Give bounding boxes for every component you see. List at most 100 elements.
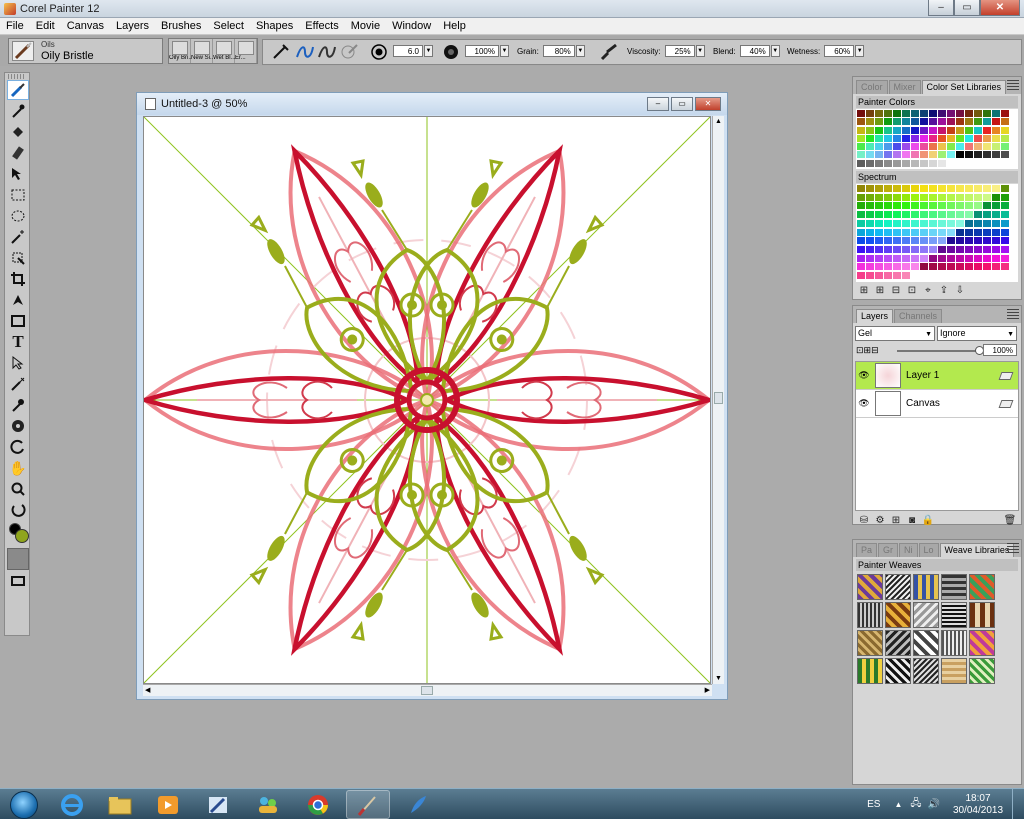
network-status-icon[interactable]: 🖧 bbox=[910, 796, 921, 813]
dynamic-plugins-icon[interactable]: ⚙ bbox=[873, 515, 887, 527]
color-swatch[interactable] bbox=[920, 151, 928, 159]
spectrum-swatch[interactable] bbox=[911, 219, 919, 227]
color-swatch[interactable] bbox=[929, 159, 937, 167]
spectrum-swatch[interactable] bbox=[956, 185, 964, 192]
color-swatch[interactable] bbox=[956, 118, 964, 126]
spectrum-swatch[interactable] bbox=[857, 228, 865, 236]
color-swatch[interactable] bbox=[956, 143, 964, 151]
layer-row-layer1[interactable]: 👁 Layer 1 bbox=[856, 362, 1018, 390]
color-swatch[interactable] bbox=[956, 134, 964, 142]
color-swatch[interactable] bbox=[911, 134, 919, 142]
export-icon[interactable]: ⇩ bbox=[953, 285, 967, 297]
spectrum-swatch[interactable] bbox=[911, 228, 919, 236]
brush-tool-icon[interactable] bbox=[7, 80, 29, 100]
color-swatch[interactable] bbox=[1001, 110, 1009, 117]
painter-launcher-taskbar-button[interactable] bbox=[196, 790, 240, 819]
spectrum-swatch[interactable] bbox=[938, 254, 946, 262]
color-swatch[interactable] bbox=[974, 126, 982, 134]
color-swatch[interactable] bbox=[938, 159, 946, 167]
spectrum-swatch[interactable] bbox=[866, 219, 874, 227]
spectrum-swatch[interactable] bbox=[884, 263, 892, 271]
spectrum-swatch[interactable] bbox=[1001, 185, 1009, 192]
spectrum-swatch[interactable] bbox=[1001, 211, 1009, 219]
spectrum-swatch[interactable] bbox=[875, 193, 883, 201]
spectrum-swatch[interactable] bbox=[965, 202, 973, 210]
spectrum-swatch[interactable] bbox=[884, 185, 892, 192]
brush-ghost-icon[interactable] bbox=[339, 43, 359, 61]
spectrum-swatch[interactable] bbox=[920, 254, 928, 262]
dropper-tool-icon[interactable] bbox=[7, 101, 29, 121]
spectrum-swatch[interactable] bbox=[866, 228, 874, 236]
color-swatch[interactable] bbox=[866, 118, 874, 126]
spectrum-swatch[interactable] bbox=[965, 185, 973, 192]
menu-edit[interactable]: Edit bbox=[30, 18, 61, 34]
spectrum-swatch[interactable] bbox=[929, 254, 937, 262]
color-swatch[interactable] bbox=[902, 118, 910, 126]
spectrum-swatch[interactable] bbox=[992, 263, 1000, 271]
color-swatch[interactable] bbox=[965, 118, 973, 126]
color-swatch[interactable] bbox=[947, 126, 955, 134]
spectrum-swatch[interactable] bbox=[884, 272, 892, 280]
wetness-field[interactable]: 60% bbox=[824, 45, 855, 57]
spectrum-swatch[interactable] bbox=[866, 263, 874, 271]
paper-selector-icon[interactable] bbox=[7, 548, 29, 570]
weave-swatch[interactable] bbox=[913, 630, 939, 656]
menu-movie[interactable]: Movie bbox=[345, 18, 386, 34]
magic-wand-tool-icon[interactable] bbox=[7, 227, 29, 247]
painter-colors-swatches[interactable] bbox=[856, 109, 1018, 169]
menu-file[interactable]: File bbox=[0, 18, 30, 34]
new-layer-group-icon[interactable]: ⊞ bbox=[889, 515, 903, 527]
internet-explorer-taskbar-button[interactable] bbox=[50, 790, 94, 819]
tab-ni[interactable]: Ni bbox=[899, 543, 918, 557]
weave-swatch[interactable] bbox=[969, 602, 995, 628]
spectrum-swatch[interactable] bbox=[974, 219, 982, 227]
color-swatch[interactable] bbox=[983, 126, 991, 134]
media-selector-icon[interactable] bbox=[7, 571, 29, 591]
spectrum-swatch[interactable] bbox=[893, 185, 901, 192]
spectrum-swatch[interactable] bbox=[857, 211, 865, 219]
color-swatches[interactable] bbox=[7, 521, 29, 547]
grabber-tool-icon[interactable]: ✋ bbox=[7, 458, 29, 478]
color-swatch[interactable] bbox=[938, 134, 946, 142]
color-swatch[interactable] bbox=[875, 110, 883, 117]
spectrum-swatch[interactable] bbox=[929, 228, 937, 236]
spectrum-swatch[interactable] bbox=[947, 211, 955, 219]
color-swatch[interactable] bbox=[956, 126, 964, 134]
color-swatch[interactable] bbox=[866, 151, 874, 159]
spectrum-swatch[interactable] bbox=[947, 193, 955, 201]
chevron-down-icon[interactable]: ▼ bbox=[424, 45, 433, 57]
color-swatch[interactable] bbox=[875, 151, 883, 159]
color-swatch[interactable] bbox=[920, 126, 928, 134]
spectrum-swatch[interactable] bbox=[902, 228, 910, 236]
close-button[interactable]: ✕ bbox=[980, 0, 1020, 16]
weave-swatch[interactable] bbox=[857, 658, 883, 684]
color-swatch[interactable] bbox=[911, 118, 919, 126]
viscosity-field[interactable]: 25% bbox=[664, 45, 695, 57]
color-swatch[interactable] bbox=[983, 134, 991, 142]
spectrum-swatch[interactable] bbox=[902, 211, 910, 219]
color-swatch[interactable] bbox=[947, 110, 955, 117]
layer-row-canvas[interactable]: 👁 Canvas bbox=[856, 390, 1018, 418]
vertical-scroll-thumb[interactable] bbox=[714, 392, 723, 404]
spectrum-swatch[interactable] bbox=[875, 237, 883, 245]
spectrum-swatch[interactable] bbox=[875, 185, 883, 192]
spectrum-swatch[interactable] bbox=[965, 263, 973, 271]
delete-layer-icon[interactable]: 🗑 bbox=[1003, 515, 1017, 527]
spectrum-swatch[interactable] bbox=[983, 211, 991, 219]
weave-swatch[interactable] bbox=[885, 602, 911, 628]
spectrum-swatch[interactable] bbox=[947, 237, 955, 245]
scroll-right-arrow-icon[interactable]: ▶ bbox=[705, 686, 710, 694]
spectrum-swatch[interactable] bbox=[965, 237, 973, 245]
recent-brush-3[interactable]: Wet Bl... bbox=[213, 39, 235, 63]
spectrum-swatch[interactable] bbox=[929, 211, 937, 219]
spectrum-swatch[interactable] bbox=[947, 202, 955, 210]
color-swatch[interactable] bbox=[911, 126, 919, 134]
spectrum-swatch[interactable] bbox=[920, 228, 928, 236]
weave-swatch[interactable] bbox=[913, 602, 939, 628]
color-swatch[interactable] bbox=[983, 110, 991, 117]
spectrum-swatch[interactable] bbox=[983, 202, 991, 210]
new-color-set-icon[interactable]: ⊡ bbox=[905, 285, 919, 297]
layer-opacity-field[interactable]: 100% bbox=[983, 344, 1017, 356]
spectrum-swatch[interactable] bbox=[938, 193, 946, 201]
spectrum-swatch[interactable] bbox=[938, 211, 946, 219]
